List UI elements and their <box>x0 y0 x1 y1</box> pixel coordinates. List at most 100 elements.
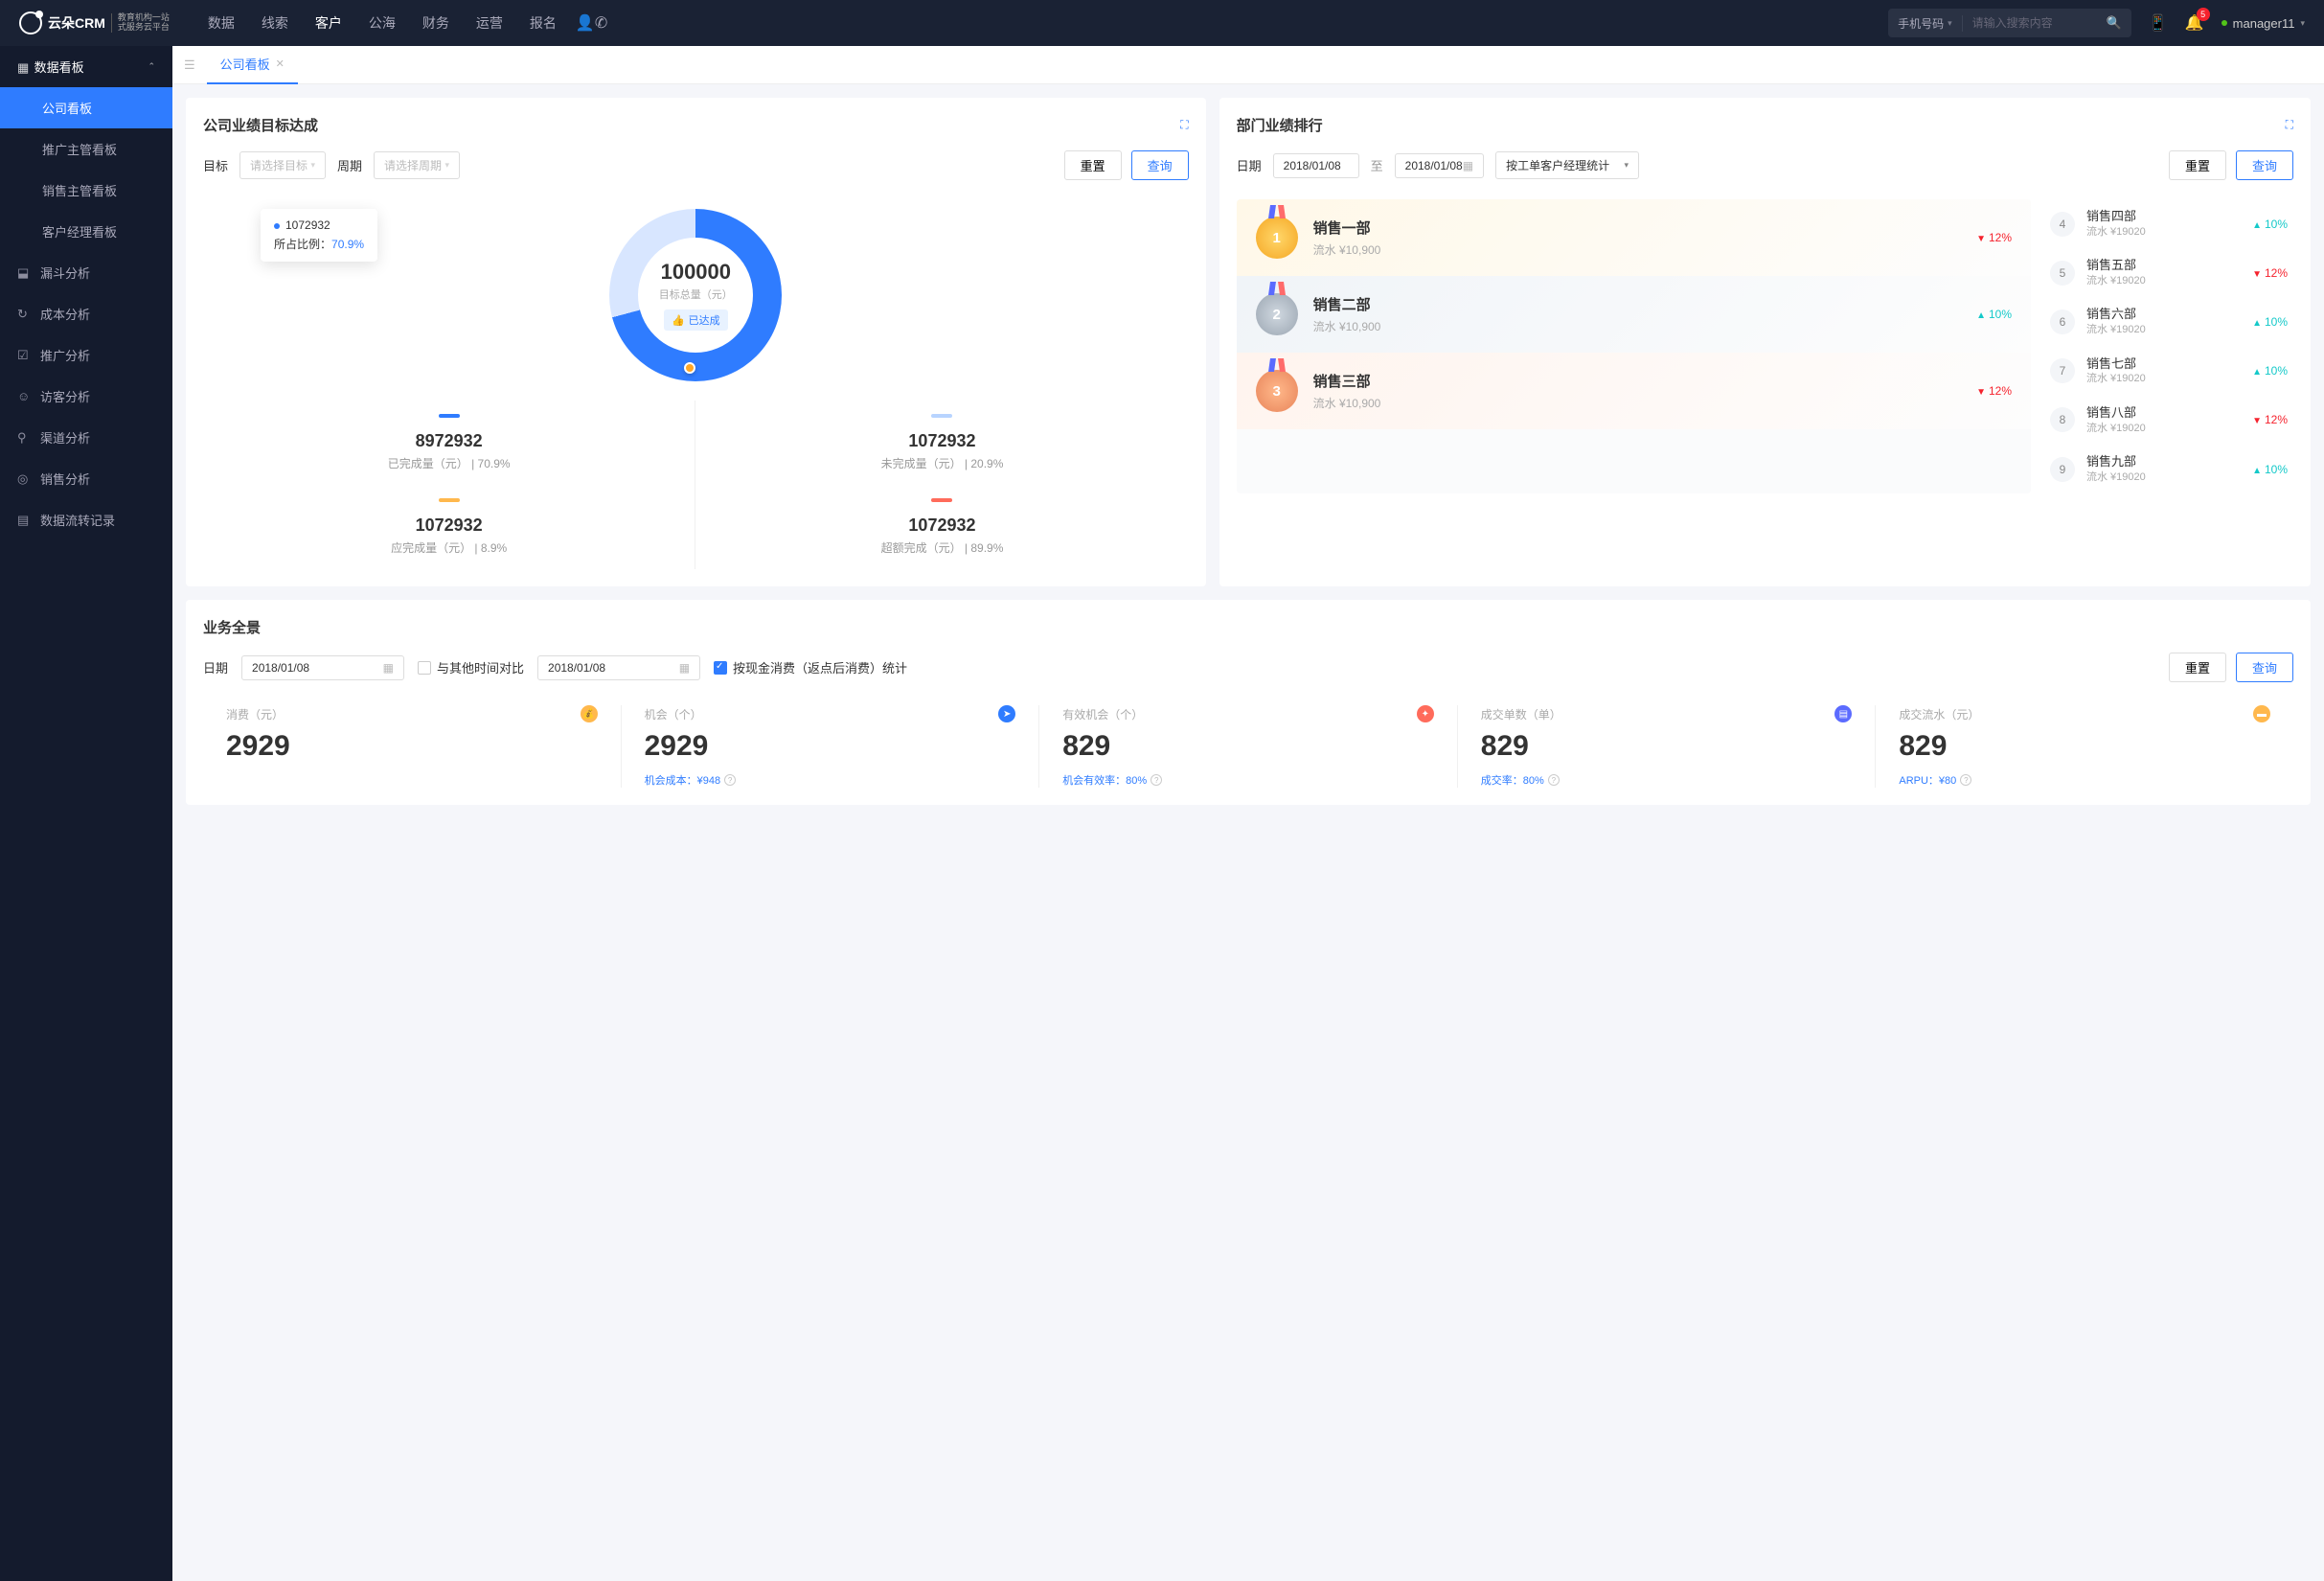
donut-chart: 1072932 所占比例：70.9% 100000 目标总量（元） 👍已达成 <box>203 199 1189 401</box>
topnav-item[interactable]: 财务 <box>422 13 449 33</box>
kpi-card: 机会（个）➤2929机会成本：¥948 ? <box>622 705 1040 788</box>
search-input[interactable] <box>1963 16 2097 30</box>
kpi-icon: 💰 <box>581 705 598 722</box>
date-input-2[interactable]: 2018/01/08▦ <box>537 655 700 680</box>
help-icon[interactable]: ? <box>724 774 736 786</box>
top-nav: 数据 线索 客户 公海 财务 运营 报名 <box>208 13 557 33</box>
chart-tooltip: 1072932 所占比例：70.9% <box>261 209 377 262</box>
sidebar: ▦ 数据看板 ⌃ 公司看板推广主管看板销售主管看板客户经理看板 ⬓漏斗分析↻成本… <box>0 46 172 1581</box>
panel-rank-title: 部门业绩排行 <box>1237 115 1323 135</box>
panel-overview-title: 业务全景 <box>203 617 261 637</box>
logo-icon <box>19 11 42 34</box>
notif-badge: 5 <box>2197 8 2210 21</box>
sidebar-item-icon: ☑ <box>17 348 31 363</box>
select-period[interactable]: 请选择周期▾ <box>374 151 460 179</box>
query-button[interactable]: 查询 <box>1131 150 1189 180</box>
rank-card[interactable]: 3销售三部流水 ¥10,90012% <box>1237 353 2031 429</box>
date-from[interactable]: 2018/01/08 <box>1273 153 1359 178</box>
stat-cell: 8972932已完成量（元） | 70.9% <box>203 401 695 485</box>
sidebar-item[interactable]: ☑推广分析 <box>0 334 172 376</box>
sidebar-header[interactable]: ▦ 数据看板 ⌃ <box>0 46 172 87</box>
rank-card[interactable]: 1销售一部流水 ¥10,90012% <box>1237 199 2031 276</box>
search-icon[interactable]: 🔍 <box>2097 15 2131 31</box>
date-to[interactable]: 2018/01/08▦ <box>1395 153 1484 178</box>
topbar: 云朵CRM 教育机构一站 式服务云平台 数据线索客户公海财务运营报名 👤 ✆ 手… <box>0 0 2324 46</box>
dashboard-icon: ▦ <box>17 60 31 76</box>
stat-cell: 1072932超额完成（元） | 89.9% <box>695 485 1188 569</box>
close-icon[interactable]: ✕ <box>276 57 285 70</box>
topnav-item[interactable]: 数据 <box>208 13 235 33</box>
search: 手机号码▾ 🔍 <box>1888 9 2131 37</box>
achieved-badge: 👍已达成 <box>664 309 728 331</box>
expand-icon[interactable]: ⛶ <box>2286 118 2293 132</box>
kpi-icon: ▤ <box>1834 705 1852 722</box>
panel-goal: 公司业绩目标达成 ⛶ 目标 请选择目标▾ 周期 请选择周期▾ 重置 查询 <box>186 98 1206 586</box>
rank-list-item[interactable]: 8销售八部流水 ¥1902012% <box>2044 396 2293 445</box>
topnav-item[interactable]: 公海 <box>369 13 396 33</box>
sidebar-item[interactable]: ⬓漏斗分析 <box>0 252 172 293</box>
topnav-item[interactable]: 线索 <box>262 13 288 33</box>
user-icon[interactable]: 👤 <box>576 13 595 33</box>
sidebar-item-icon: ◎ <box>17 471 31 487</box>
rank-list-item[interactable]: 9销售九部流水 ¥1902010% <box>2044 445 2293 493</box>
expand-icon[interactable]: ⛶ <box>1180 118 1188 132</box>
kpi-card: 有效机会（个）✦829机会有效率：80% ? <box>1039 705 1458 788</box>
status-dot <box>2221 20 2227 26</box>
rank-list-item[interactable]: 6销售六部流水 ¥1902010% <box>2044 297 2293 346</box>
rank-list-item[interactable]: 5销售五部流水 ¥1902012% <box>2044 248 2293 297</box>
date-input[interactable]: 2018/01/08▦ <box>241 655 404 680</box>
panel-goal-title: 公司业绩目标达成 <box>203 115 318 135</box>
sidebar-item[interactable]: ⚲渠道分析 <box>0 417 172 458</box>
query-button[interactable]: 查询 <box>2236 150 2293 180</box>
help-icon[interactable]: ? <box>1960 774 1971 786</box>
topnav-item[interactable]: 运营 <box>476 13 503 33</box>
kpi-card: 成交单数（单）▤829成交率：80% ? <box>1458 705 1877 788</box>
panel-overview: 业务全景 日期 2018/01/08▦ 与其他时间对比 2018/01/08▦ … <box>186 600 2311 805</box>
tab-company-dashboard[interactable]: 公司看板 ✕ <box>207 46 298 84</box>
donut-handle <box>684 362 695 374</box>
phone-icon[interactable]: ✆ <box>595 13 607 33</box>
checkbox-cash[interactable]: 按现金消费（返点后消费）统计 <box>714 658 907 676</box>
help-icon[interactable]: ? <box>1548 774 1560 786</box>
sidebar-item[interactable]: ▤数据流转记录 <box>0 499 172 540</box>
sidebar-item-icon: ☺ <box>17 389 31 403</box>
reset-button[interactable]: 重置 <box>2169 653 2226 682</box>
topnav-item[interactable]: 报名 <box>530 13 557 33</box>
sidebar-sub-item[interactable]: 客户经理看板 <box>0 211 172 252</box>
stat-cell: 1072932应完成量（元） | 8.9% <box>203 485 695 569</box>
sidebar-sub-item[interactable]: 推广主管看板 <box>0 128 172 170</box>
sidebar-item-icon: ⚲ <box>17 430 31 446</box>
medal-icon: 2 <box>1256 293 1298 335</box>
help-icon[interactable]: ? <box>1151 774 1162 786</box>
rank-list-item[interactable]: 7销售七部流水 ¥1902010% <box>2044 347 2293 396</box>
user-menu[interactable]: manager11 ▾ <box>2221 16 2305 31</box>
query-button[interactable]: 查询 <box>2236 653 2293 682</box>
reset-button[interactable]: 重置 <box>1064 150 1122 180</box>
mobile-icon[interactable]: 📱 <box>2149 13 2168 33</box>
sidebar-item-icon: ↻ <box>17 307 31 322</box>
sidebar-sub-item[interactable]: 销售主管看板 <box>0 170 172 211</box>
panel-rank: 部门业绩排行 ⛶ 日期 2018/01/08 至 2018/01/08▦ 按工单… <box>1219 98 2311 586</box>
sidebar-item-icon: ⬓ <box>17 265 31 281</box>
checkbox-compare[interactable]: 与其他时间对比 <box>418 658 524 676</box>
sidebar-item[interactable]: ↻成本分析 <box>0 293 172 334</box>
rank-card[interactable]: 2销售二部流水 ¥10,90010% <box>1237 276 2031 353</box>
kpi-card: 成交流水（元）▬829ARPU：¥80 ? <box>1876 705 2293 788</box>
tab-bar: ☰ 公司看板 ✕ <box>172 46 2324 84</box>
medal-icon: 3 <box>1256 370 1298 412</box>
collapse-sidebar-icon[interactable]: ☰ <box>184 57 195 73</box>
sidebar-item-icon: ▤ <box>17 513 31 528</box>
topnav-item[interactable]: 客户 <box>315 13 342 33</box>
rank-list-item[interactable]: 4销售四部流水 ¥1902010% <box>2044 199 2293 248</box>
sidebar-sub-item[interactable]: 公司看板 <box>0 87 172 128</box>
main-content: ☰ 公司看板 ✕ 公司业绩目标达成 ⛶ 目标 请选择目标▾ 周期 <box>172 46 2324 1581</box>
reset-button[interactable]: 重置 <box>2169 150 2226 180</box>
sidebar-item[interactable]: ◎销售分析 <box>0 458 172 499</box>
search-type-select[interactable]: 手机号码▾ <box>1888 15 1963 32</box>
select-stat-mode[interactable]: 按工单客户经理统计▾ <box>1495 151 1639 179</box>
sidebar-item[interactable]: ☺访客分析 <box>0 376 172 417</box>
select-target[interactable]: 请选择目标▾ <box>239 151 326 179</box>
bell-icon[interactable]: 🔔5 <box>2185 13 2204 33</box>
kpi-icon: ➤ <box>998 705 1015 722</box>
kpi-card: 消费（元）💰2929 <box>203 705 622 788</box>
